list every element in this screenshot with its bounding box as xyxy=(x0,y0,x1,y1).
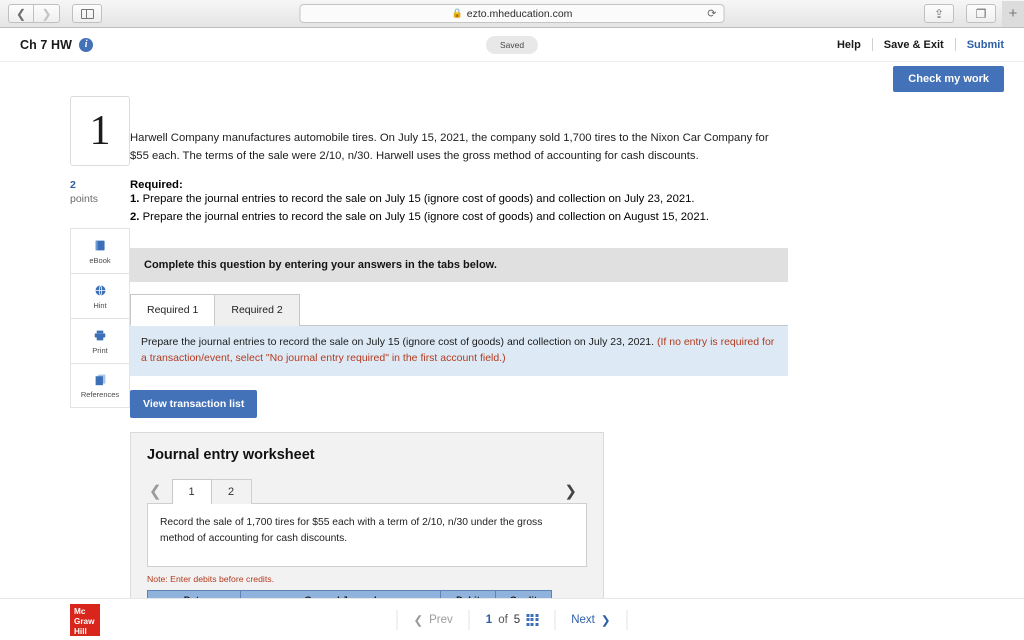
tab-required-2[interactable]: Required 2 xyxy=(215,294,300,326)
current-page: 1 xyxy=(485,613,493,626)
tabs-overview-icon: ❐ xyxy=(975,6,987,21)
save-and-exit-button[interactable]: Save & Exit xyxy=(884,39,944,51)
references-copy-icon xyxy=(94,372,107,387)
worksheet-page-1[interactable]: 1 xyxy=(171,478,212,504)
points-label: points xyxy=(70,193,99,206)
chevron-left-icon[interactable]: ❮ xyxy=(147,482,172,504)
status-badge: Saved xyxy=(485,35,539,54)
question-number: 1 xyxy=(70,96,130,166)
prev-label: Prev xyxy=(429,613,453,626)
tab-required-1[interactable]: Required 1 xyxy=(130,294,216,326)
page-body: 1 2 points eBook Hint Print References H… xyxy=(0,92,1024,640)
footer-bar: Mc Graw Hill ❮ Prev 1 of 5 Next ❯ xyxy=(0,598,1024,640)
sidebar-toggle-button[interactable] xyxy=(72,4,102,23)
tool-stack: eBook Hint Print References xyxy=(70,228,130,409)
app-header: Ch 7 HW i Saved Help Save & Exit Submit xyxy=(0,28,1024,62)
logo-line-3: Hill xyxy=(74,627,87,637)
divider xyxy=(954,38,956,51)
total-pages: 5 xyxy=(513,613,521,626)
sidebar-toggle-icon xyxy=(80,8,94,19)
url-text: ezto.mheducation.com xyxy=(466,7,573,20)
requirement-note-main: Prepare the journal entries to record th… xyxy=(141,336,655,348)
browser-toolbar: ❮ ❯ 🔒 ezto.mheducation.com ⟳ ⇪ ❐ + xyxy=(0,0,1024,28)
forward-button[interactable]: ❯ xyxy=(34,4,60,23)
tool-label: eBook xyxy=(89,255,111,265)
question-rail: 1 2 points eBook Hint Print References xyxy=(0,92,130,632)
check-my-work-button[interactable]: Check my work xyxy=(893,66,1004,92)
tool-label: References xyxy=(80,390,120,400)
page-title: Ch 7 HW xyxy=(20,37,73,52)
back-chevron-icon: ❮ xyxy=(15,6,27,21)
question-content: Harwell Company manufactures automobile … xyxy=(130,92,1024,640)
next-label: Next xyxy=(571,613,595,626)
tabs-overview-button[interactable]: ❐ xyxy=(966,4,996,23)
lock-icon: 🔒 xyxy=(451,8,463,18)
page-indicator: 1 of 5 xyxy=(470,613,554,626)
plus-icon: + xyxy=(1008,5,1018,22)
reload-icon[interactable]: ⟳ xyxy=(707,7,716,20)
worksheet-description: Record the sale of 1,700 tires for $55 e… xyxy=(147,502,587,567)
browser-right-actions: ⇪ ❐ + xyxy=(918,0,1024,27)
hint-globe-icon xyxy=(94,283,107,298)
tool-label: Hint xyxy=(93,300,107,310)
header-actions: Help Save & Exit Submit xyxy=(837,38,1004,51)
print-icon xyxy=(93,328,107,343)
browser-nav-buttons: ❮ ❯ xyxy=(8,4,60,23)
question-paragraph: Harwell Company manufactures automobile … xyxy=(130,132,769,162)
required-item-2-number: 2. xyxy=(130,210,140,223)
info-icon[interactable]: i xyxy=(79,37,94,52)
tool-ebook-button[interactable]: eBook xyxy=(70,228,130,274)
requirement-note: Prepare the journal entries to record th… xyxy=(130,326,788,376)
instruction-banner: Complete this question by entering your … xyxy=(130,248,788,282)
help-button[interactable]: Help xyxy=(837,39,861,51)
ebook-icon xyxy=(94,238,107,253)
divider xyxy=(871,38,873,51)
worksheet-note: Note: Enter debits before credits. xyxy=(147,573,274,584)
chevron-right-icon: ❯ xyxy=(600,614,611,627)
points-block: 2 points xyxy=(70,178,130,206)
logo-line-2: Graw xyxy=(74,616,95,626)
required-tabstrip: Required 1 Required 2 xyxy=(130,294,788,326)
chevron-left-icon: ❮ xyxy=(413,614,424,627)
logo-line-1: Mc xyxy=(74,606,86,616)
new-tab-button[interactable]: + xyxy=(1002,0,1024,27)
tool-references-button[interactable]: References xyxy=(70,363,130,409)
tool-label: Print xyxy=(92,345,108,355)
required-item-1: 1. Prepare the journal entries to record… xyxy=(130,191,824,209)
required-item-2: 2. Prepare the journal entries to record… xyxy=(130,209,824,227)
required-item-1-number: 1. xyxy=(130,193,140,205)
required-heading: Required: xyxy=(130,179,183,191)
view-transaction-list-button[interactable]: View transaction list xyxy=(130,389,258,418)
worksheet-pager: ❮ 1 2 ❯ xyxy=(147,476,587,504)
required-item-1-text: Prepare the journal entries to record th… xyxy=(142,193,695,205)
mcgraw-hill-logo: Mc Graw Hill xyxy=(70,603,100,637)
worksheet-page-2[interactable]: 2 xyxy=(211,478,252,504)
of-label: of xyxy=(498,613,508,626)
tool-hint-button[interactable]: Hint xyxy=(70,273,130,319)
required-item-2-text: Prepare the journal entries to record th… xyxy=(142,210,710,223)
address-bar[interactable]: 🔒 ezto.mheducation.com ⟳ xyxy=(299,4,725,23)
grid-view-icon[interactable] xyxy=(526,613,539,626)
worksheet-title: Journal entry worksheet xyxy=(147,446,315,463)
chevron-right-icon[interactable]: ❯ xyxy=(562,482,587,504)
share-icon: ⇪ xyxy=(933,6,945,21)
divider xyxy=(626,609,628,630)
submit-button[interactable]: Submit xyxy=(967,39,1004,51)
check-work-row: Check my work xyxy=(0,62,1024,92)
tool-print-button[interactable]: Print xyxy=(70,318,130,364)
footer-pagination: ❮ Prev 1 of 5 Next ❯ xyxy=(396,609,628,630)
next-button[interactable]: Next ❯ xyxy=(555,613,626,627)
back-button[interactable]: ❮ xyxy=(8,4,34,23)
prev-button[interactable]: ❮ Prev xyxy=(398,613,469,627)
share-button[interactable]: ⇪ xyxy=(924,4,954,23)
forward-chevron-icon: ❯ xyxy=(41,6,52,21)
points-value: 2 xyxy=(70,179,76,191)
